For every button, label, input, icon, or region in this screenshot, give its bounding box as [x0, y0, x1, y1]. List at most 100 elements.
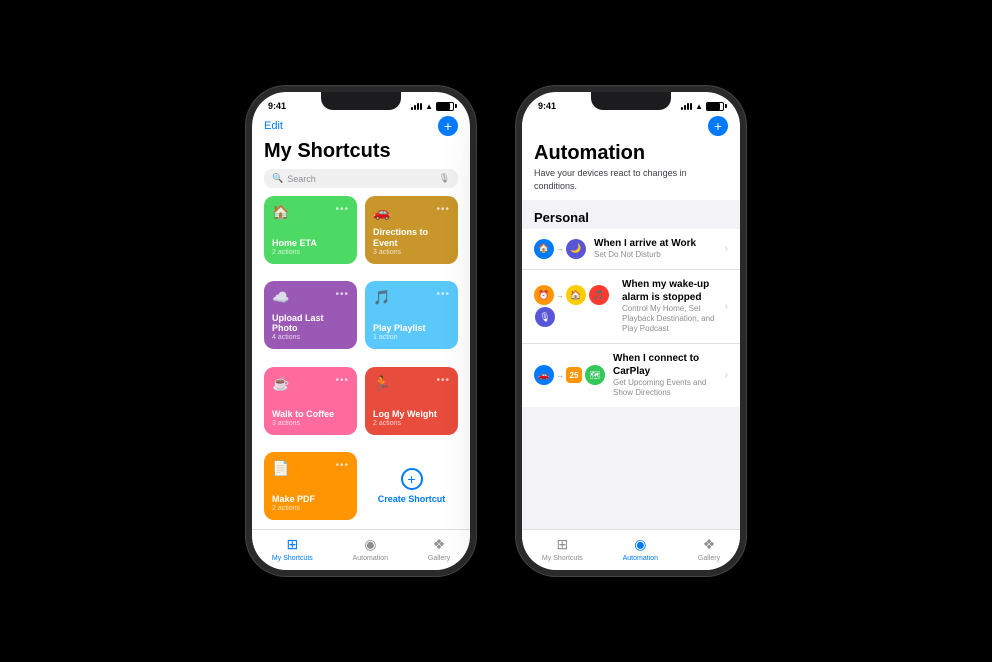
create-plus-icon: +	[401, 468, 423, 490]
nav-gallery-1[interactable]: ❖ Gallery	[428, 536, 450, 562]
chevron-right-2: ›	[725, 301, 728, 312]
auto-item-subtitle-carplay: Get Upcoming Events and Show Directions	[613, 378, 717, 399]
auto-icon-alarm: ⏰	[534, 285, 554, 305]
arrow-icon-2: →	[556, 291, 564, 300]
status-icons-2: ▲	[681, 102, 724, 111]
wifi-icon: ▲	[425, 102, 433, 111]
battery-icon	[436, 102, 454, 111]
shortcut-tile-weight[interactable]: 🏃 ••• Log My Weight 2 actions	[365, 367, 458, 435]
tile-name-pdf: Make PDF	[272, 494, 349, 505]
arrow-icon-1: →	[556, 244, 564, 253]
signal-icon	[411, 102, 422, 110]
shortcuts-grid: 🏠 ••• Home ETA 2 actions 🚗 ••• D	[252, 196, 470, 529]
screen-2: 9:41 ▲ + Automation Have your devices re…	[522, 92, 740, 570]
tile-actions-directions: 3 actions	[373, 249, 450, 256]
nav-automation-1[interactable]: ◉ Automation	[353, 536, 388, 562]
phone-1: 9:41 ▲ Edit + My Shortcuts 🔍 Search 🎙	[246, 86, 476, 576]
bottom-nav-2: ⊞ My Shortcuts ◉ Automation ❖ Gallery	[522, 529, 740, 570]
auto-item-text-work: When I arrive at Work Set Do Not Disturb	[594, 237, 717, 260]
nav-icon-shortcuts-2: ⊞	[556, 536, 568, 553]
nav-icon-automation-1: ◉	[364, 536, 376, 553]
create-shortcut-tile[interactable]: + Create Shortcut	[365, 452, 458, 520]
add-shortcut-button[interactable]: +	[438, 116, 458, 136]
shortcuts-header: Edit +	[252, 114, 470, 140]
tile-icon-coffee: ☕	[272, 375, 289, 392]
nav-label-automation-1: Automation	[353, 555, 388, 562]
add-automation-button[interactable]: +	[708, 116, 728, 136]
nav-label-automation-2: Automation	[623, 555, 658, 562]
nav-my-shortcuts-2[interactable]: ⊞ My Shortcuts	[542, 536, 583, 562]
tile-menu-weight[interactable]: •••	[436, 375, 450, 386]
tile-icon-pdf: 📄	[272, 460, 289, 477]
edit-button[interactable]: Edit	[264, 120, 283, 132]
nav-automation-2[interactable]: ◉ Automation	[623, 536, 658, 562]
nav-icon-automation-2: ◉	[634, 536, 646, 553]
auto-icon-home: 🏠	[534, 239, 554, 259]
search-bar[interactable]: 🔍 Search 🎙	[264, 169, 458, 188]
search-placeholder: Search	[287, 174, 316, 184]
notch-2	[591, 92, 671, 110]
tile-icon-weight: 🏃	[373, 375, 390, 392]
shortcut-tile-home-eta[interactable]: 🏠 ••• Home ETA 2 actions	[264, 196, 357, 264]
wifi-icon-2: ▲	[695, 102, 703, 111]
tile-menu-playlist[interactable]: •••	[436, 289, 450, 300]
tile-icon-upload: ☁️	[272, 289, 289, 306]
automation-list: 🏠 → 🌙 When I arrive at Work Set Do Not D…	[522, 229, 740, 406]
tile-icon-playlist: 🎵	[373, 289, 390, 306]
auto-item-text-carplay: When I connect to CarPlay Get Upcoming E…	[613, 352, 717, 399]
signal-icon-2	[681, 102, 692, 110]
time-1: 9:41	[268, 101, 286, 111]
nav-icon-shortcuts: ⊞	[286, 536, 298, 553]
auto-icons-work: 🏠 → 🌙	[534, 239, 586, 259]
auto-item-text-alarm: When my wake-up alarm is stopped Control…	[622, 278, 717, 335]
tile-menu-home[interactable]: •••	[335, 204, 349, 215]
nav-icon-gallery-1: ❖	[433, 536, 446, 553]
tile-name-weight: Log My Weight	[373, 409, 450, 420]
auto-item-title-alarm: When my wake-up alarm is stopped	[622, 278, 717, 304]
tile-actions-weight: 2 actions	[373, 420, 450, 427]
automation-item-carplay[interactable]: 🚗 → 25 🗺 When I connect to CarPlay Get U…	[522, 344, 740, 407]
nav-gallery-2[interactable]: ❖ Gallery	[698, 536, 720, 562]
status-icons-1: ▲	[411, 102, 454, 111]
auto-icon-map: 🗺	[585, 365, 605, 385]
tile-icon-directions: 🚗	[373, 204, 390, 221]
nav-my-shortcuts-1[interactable]: ⊞ My Shortcuts	[272, 536, 313, 562]
tile-icon-home: 🏠	[272, 204, 289, 221]
time-2: 9:41	[538, 101, 556, 111]
shortcut-tile-directions[interactable]: 🚗 ••• Directions to Event 3 actions	[365, 196, 458, 264]
auto-icons-alarm: ⏰ → 🏠 🎵 🎙	[534, 285, 614, 327]
shortcut-tile-upload[interactable]: ☁️ ••• Upload Last Photo 4 actions	[264, 281, 357, 349]
tile-menu-directions[interactable]: •••	[436, 204, 450, 215]
shortcuts-screen: Edit + My Shortcuts 🔍 Search 🎙 🏠 ••• Hom…	[252, 114, 470, 570]
auto-item-title-carplay: When I connect to CarPlay	[613, 352, 717, 378]
notch	[321, 92, 401, 110]
automation-title: Automation	[534, 142, 728, 165]
personal-section-header: Personal	[522, 200, 740, 229]
auto-item-subtitle-alarm: Control My Home, Set Playback Destinatio…	[622, 304, 717, 335]
search-icon: 🔍	[272, 173, 283, 184]
nav-icon-gallery-2: ❖	[703, 536, 716, 553]
auto-content: Automation Have your devices react to ch…	[522, 142, 740, 529]
shortcut-tile-pdf[interactable]: 📄 ••• Make PDF 2 actions	[264, 452, 357, 520]
mic-icon: 🎙	[439, 173, 450, 184]
nav-label-shortcuts: My Shortcuts	[272, 555, 313, 562]
tile-menu-upload[interactable]: •••	[335, 289, 349, 300]
tile-name-home: Home ETA	[272, 238, 349, 249]
nav-label-gallery-1: Gallery	[428, 555, 450, 562]
shortcut-tile-playlist[interactable]: 🎵 ••• Play Playlist 1 action	[365, 281, 458, 349]
auto-icon-podcast: 🎙	[535, 307, 555, 327]
tile-menu-pdf[interactable]: •••	[335, 460, 349, 471]
auto-icon-home2: 🏠	[566, 285, 586, 305]
auto-item-title-work: When I arrive at Work	[594, 237, 717, 250]
phone-2: 9:41 ▲ + Automation Have your devices re…	[516, 86, 746, 576]
shortcut-tile-coffee[interactable]: ☕ ••• Walk to Coffee 3 actions	[264, 367, 357, 435]
shortcuts-title: My Shortcuts	[252, 140, 470, 169]
chevron-right-3: ›	[725, 370, 728, 381]
battery-icon-2	[706, 102, 724, 111]
create-shortcut-label: Create Shortcut	[378, 494, 446, 504]
tile-name-playlist: Play Playlist	[373, 323, 450, 334]
tile-menu-coffee[interactable]: •••	[335, 375, 349, 386]
automation-item-alarm[interactable]: ⏰ → 🏠 🎵 🎙 When my wake-up alarm is stopp…	[522, 270, 740, 344]
tile-actions-coffee: 3 actions	[272, 420, 349, 427]
automation-item-work[interactable]: 🏠 → 🌙 When I arrive at Work Set Do Not D…	[522, 229, 740, 269]
